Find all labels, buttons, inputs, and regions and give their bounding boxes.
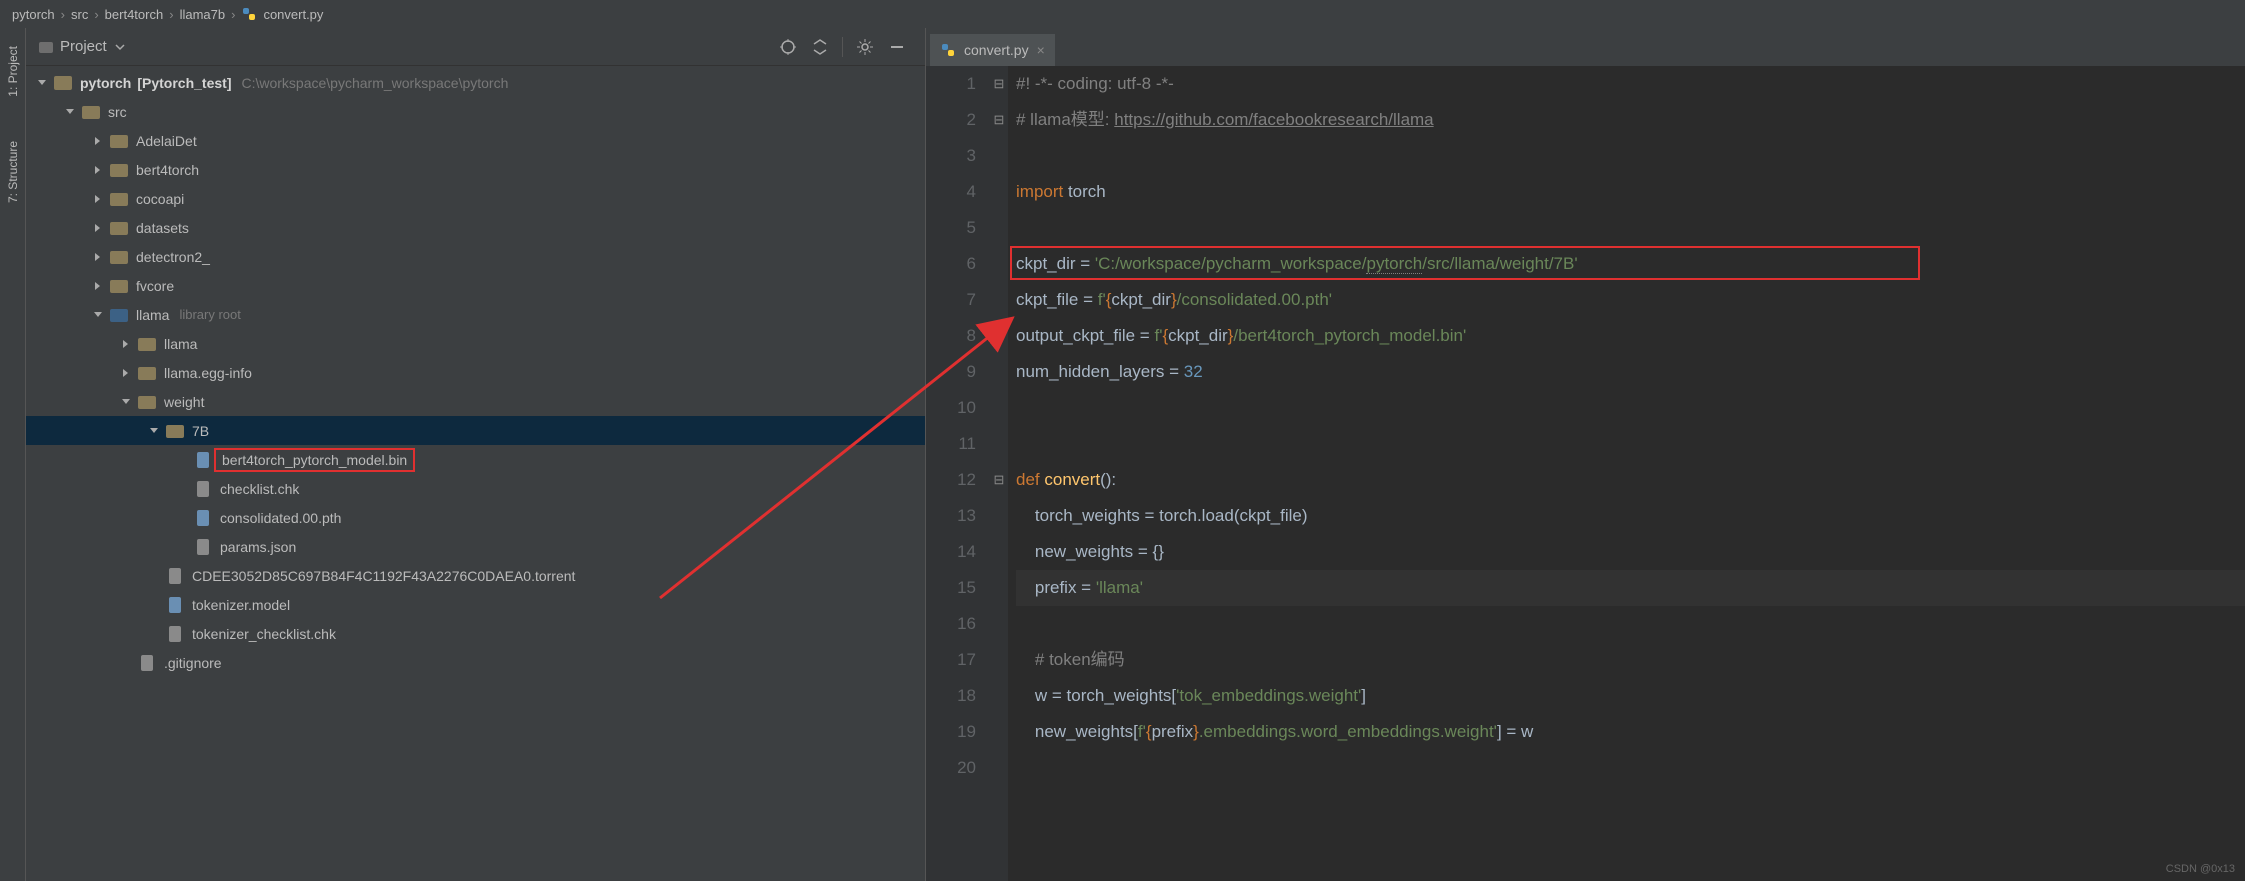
library-folder-icon <box>110 306 128 324</box>
tree-folder[interactable]: llama.egg-info <box>26 358 925 387</box>
tree-file[interactable]: CDEE3052D85C697B84F4C1192F43A2276C0DAEA0… <box>26 561 925 590</box>
tree-folder[interactable]: llama <box>26 329 925 358</box>
line-gutter: 12345 678910 1112131415 1617181920 <box>926 66 990 881</box>
annotation-box <box>1010 246 1920 280</box>
folder-icon <box>82 103 100 121</box>
folder-icon <box>138 364 156 382</box>
chevron-right-icon <box>92 251 104 263</box>
chevron-down-icon <box>64 106 76 118</box>
folder-icon <box>110 219 128 237</box>
tree-folder[interactable]: 7B <box>26 416 925 445</box>
file-icon <box>166 567 184 585</box>
folder-icon <box>110 277 128 295</box>
tree-folder[interactable]: weight <box>26 387 925 416</box>
tree-folder[interactable]: detectron2_ <box>26 242 925 271</box>
folder-icon <box>110 190 128 208</box>
chevron-right-icon <box>120 338 132 350</box>
tool-window-bar: 1: Project 7: Structure <box>0 28 26 881</box>
chevron-right-icon <box>92 193 104 205</box>
collapse-icon[interactable] <box>808 35 832 59</box>
project-icon <box>38 39 54 55</box>
chevron-down-icon <box>120 396 132 408</box>
folder-icon <box>110 248 128 266</box>
tool-tab-structure[interactable]: 7: Structure <box>2 131 24 213</box>
tree-file[interactable]: .gitignore <box>26 648 925 677</box>
code-editor[interactable]: 12345 678910 1112131415 1617181920 ⊟⊟ ⊟ … <box>926 66 2245 881</box>
tree-folder[interactable]: bert4torch <box>26 155 925 184</box>
python-file-icon <box>241 6 257 22</box>
file-icon <box>194 509 212 527</box>
editor-area: convert.py × 12345 678910 1112131415 161… <box>926 28 2245 881</box>
chevron-down-icon <box>148 425 160 437</box>
file-icon <box>138 654 156 672</box>
python-file-icon <box>940 42 956 58</box>
editor-tab[interactable]: convert.py × <box>930 34 1055 66</box>
tree-folder[interactable]: fvcore <box>26 271 925 300</box>
hide-icon[interactable] <box>885 35 909 59</box>
tree-file[interactable]: consolidated.00.pth <box>26 503 925 532</box>
tree-file[interactable]: tokenizer.model <box>26 590 925 619</box>
chevron-right-icon <box>92 222 104 234</box>
tree-folder[interactable]: llamalibrary root <box>26 300 925 329</box>
tree-folder[interactable]: AdelaiDet <box>26 126 925 155</box>
tree-file[interactable]: checklist.chk <box>26 474 925 503</box>
chevron-down-icon[interactable] <box>115 42 125 52</box>
folder-icon <box>166 422 184 440</box>
fold-gutter: ⊟⊟ ⊟ <box>990 66 1008 881</box>
folder-icon <box>138 335 156 353</box>
chevron-down-icon <box>92 309 104 321</box>
locate-icon[interactable] <box>776 35 800 59</box>
tree-folder[interactable]: cocoapi <box>26 184 925 213</box>
tree-root[interactable]: pytorch [Pytorch_test] C:\workspace\pych… <box>26 68 925 97</box>
chevron-down-icon <box>36 77 48 89</box>
close-icon[interactable]: × <box>1037 42 1045 58</box>
tree-folder[interactable]: datasets <box>26 213 925 242</box>
tree-folder[interactable]: src <box>26 97 925 126</box>
folder-icon <box>110 132 128 150</box>
editor-tabs: convert.py × <box>926 28 2245 66</box>
json-file-icon <box>194 538 212 556</box>
folder-icon <box>110 161 128 179</box>
file-icon <box>166 596 184 614</box>
project-tree[interactable]: pytorch [Pytorch_test] C:\workspace\pych… <box>26 66 925 881</box>
breadcrumb[interactable]: pytorch› src› bert4torch› llama7b› conve… <box>0 0 2245 28</box>
tree-file[interactable]: tokenizer_checklist.chk <box>26 619 925 648</box>
file-icon <box>194 480 212 498</box>
chevron-right-icon <box>92 280 104 292</box>
settings-icon[interactable] <box>853 35 877 59</box>
tool-tab-project[interactable]: 1: Project <box>2 36 24 107</box>
module-icon <box>54 74 72 92</box>
folder-icon <box>138 393 156 411</box>
chevron-right-icon <box>120 367 132 379</box>
watermark: CSDN @0x13 <box>2166 863 2235 875</box>
file-icon <box>194 451 212 469</box>
tree-file[interactable]: params.json <box>26 532 925 561</box>
tree-file[interactable]: bert4torch_pytorch_model.bin <box>26 445 925 474</box>
file-icon <box>166 625 184 643</box>
chevron-right-icon <box>92 135 104 147</box>
project-panel: Project pytorch [Pytorch_test] C:\worksp… <box>26 28 926 881</box>
panel-title: Project <box>60 38 107 55</box>
chevron-right-icon <box>92 164 104 176</box>
